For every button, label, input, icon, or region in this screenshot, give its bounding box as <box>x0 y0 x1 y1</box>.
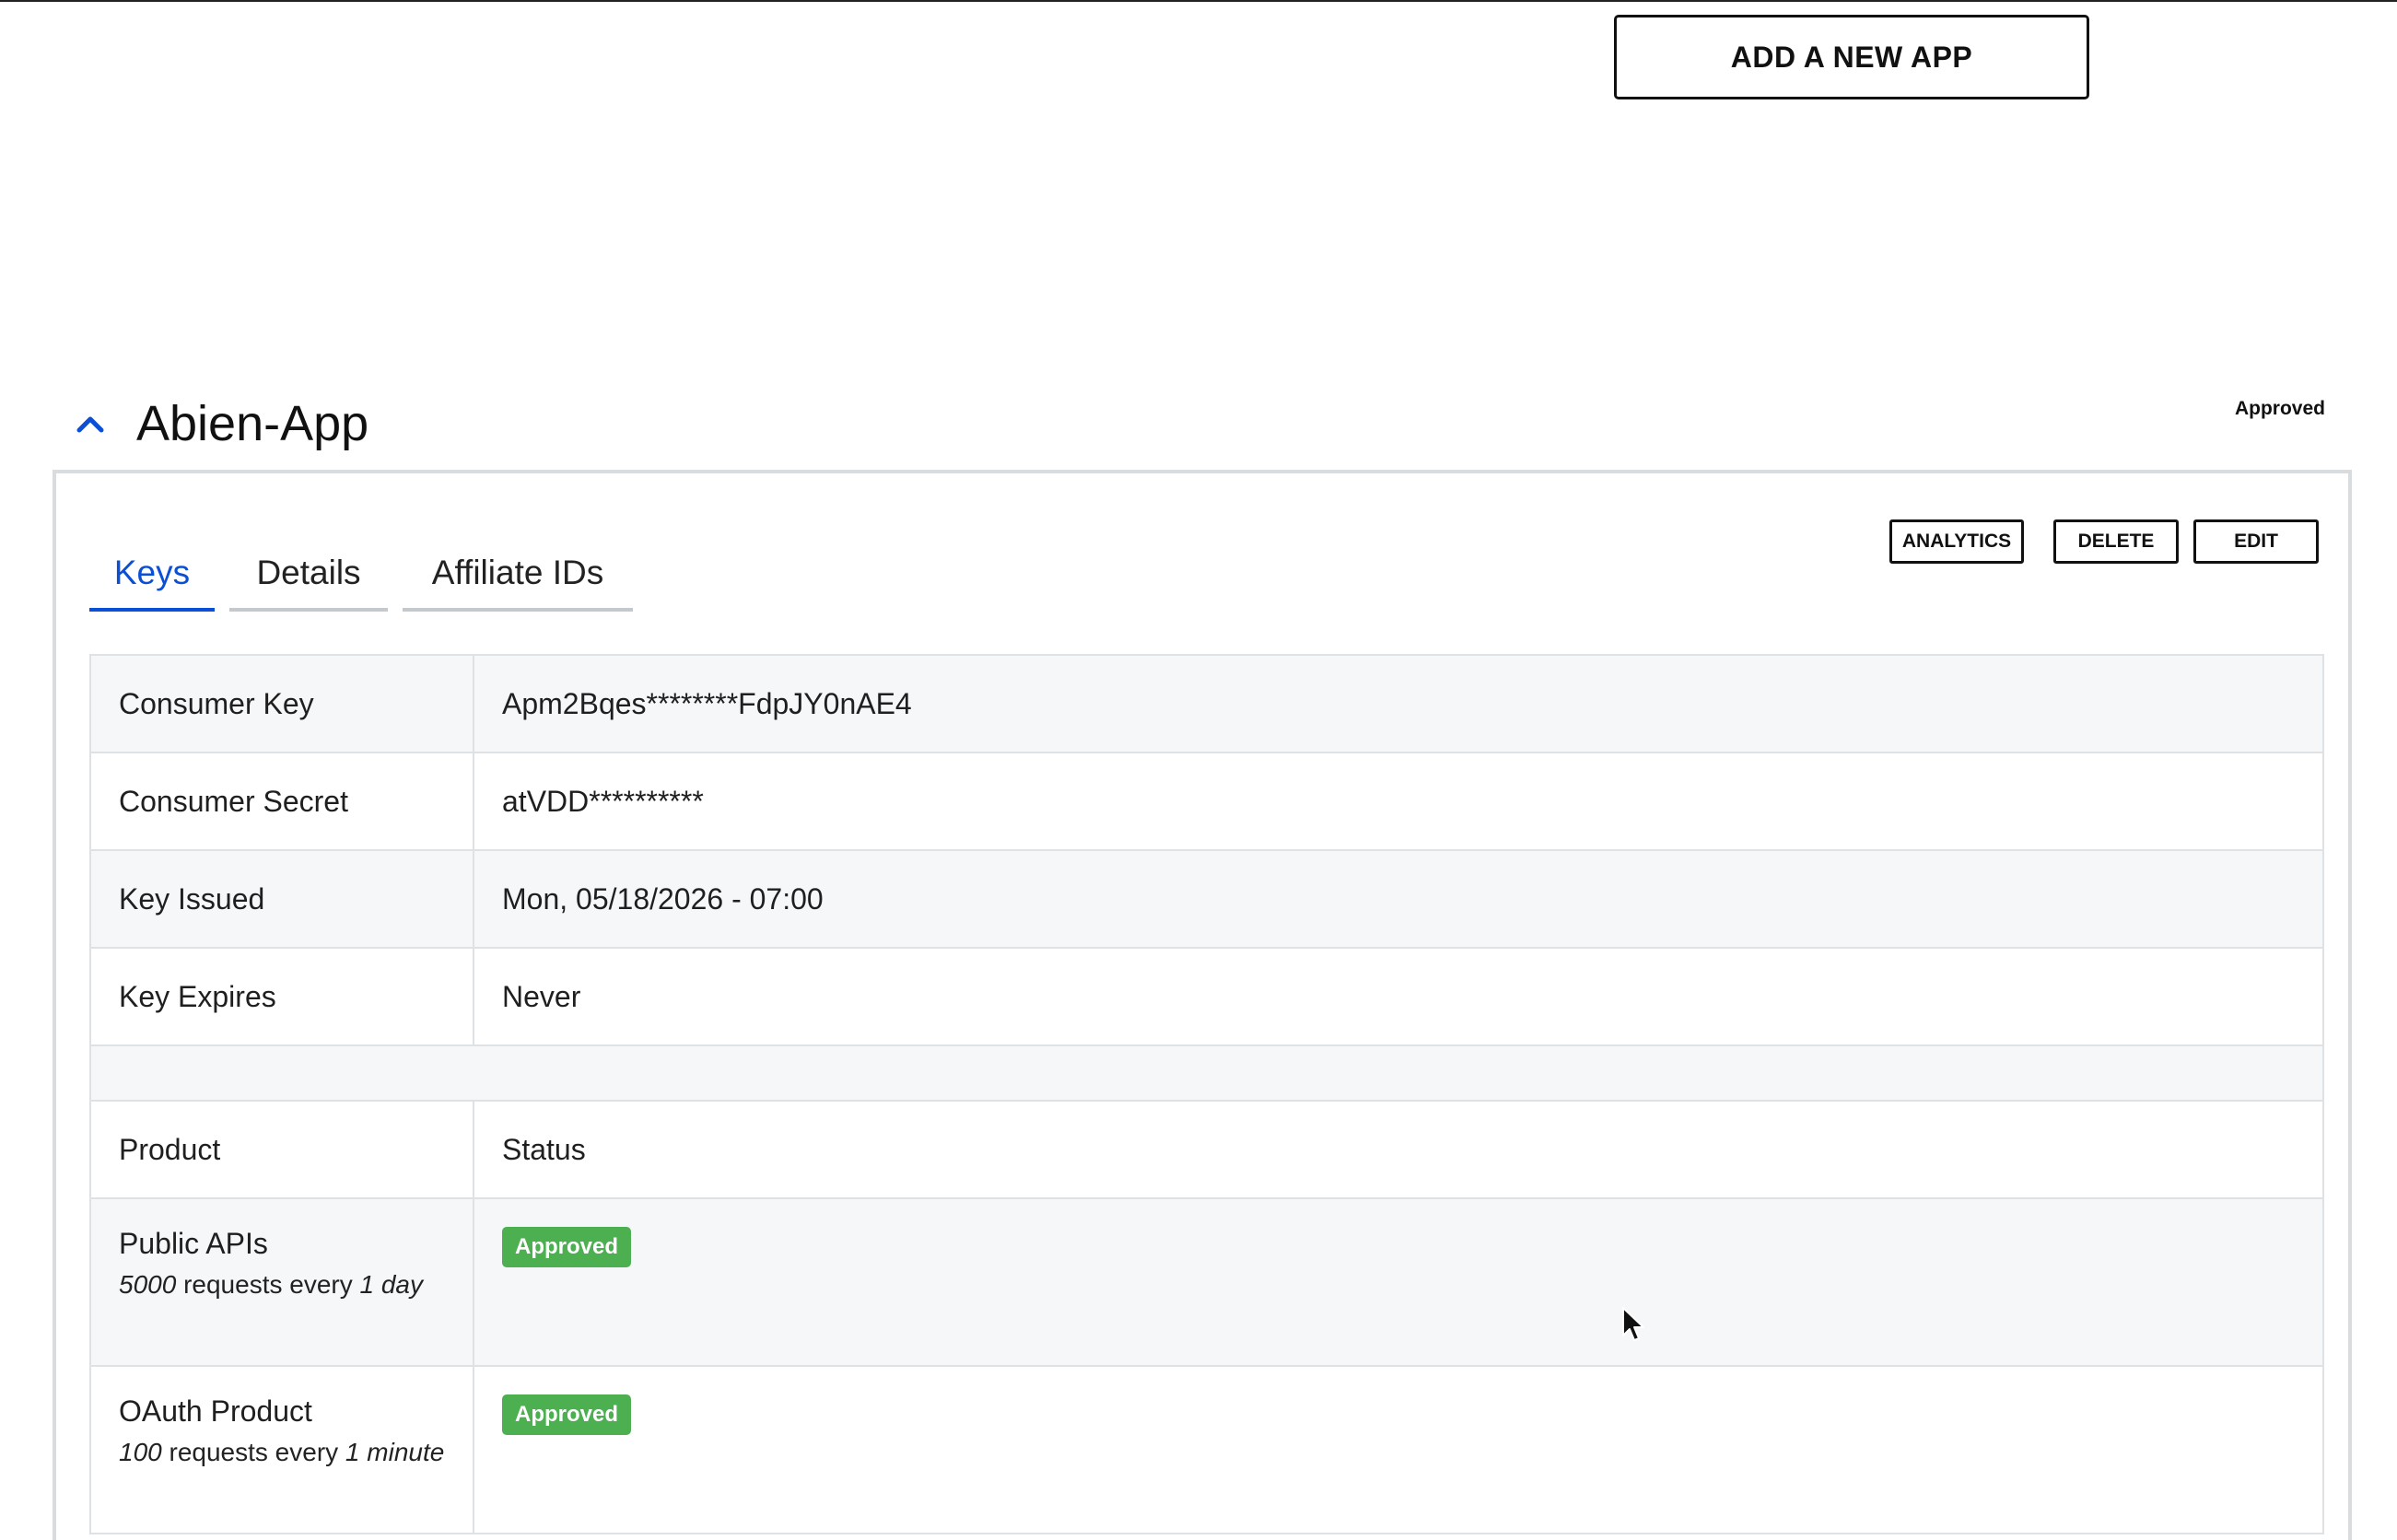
table-row: Consumer Secret atVDD********** <box>89 752 2324 851</box>
app-header[interactable]: Abien-App <box>76 387 368 461</box>
chevron-up-icon[interactable] <box>76 409 105 438</box>
app-title: Abien-App <box>136 396 369 451</box>
product-name: OAuth Product <box>119 1394 312 1428</box>
key-issued-label: Key Issued <box>89 849 474 949</box>
table-row: Key Issued Mon, 05/18/2026 - 07:00 <box>89 849 2324 949</box>
app-actions: ANALYTICS DELETE EDIT <box>1889 519 2319 564</box>
table-row: Consumer Key Apm2Bqes********FdpJY0nAE4 <box>89 654 2324 753</box>
tab-bar: Keys Details Affiliate IDs <box>89 538 648 612</box>
product-name: Public APIs <box>119 1227 268 1260</box>
analytics-button[interactable]: ANALYTICS <box>1889 519 2024 564</box>
tab-keys[interactable]: Keys <box>89 538 215 612</box>
limit-text: requests every <box>183 1270 353 1299</box>
key-issued-value: Mon, 05/18/2026 - 07:00 <box>473 849 2324 949</box>
status-cell: Approved <box>473 1197 2324 1367</box>
limit-period: 1 minute <box>345 1438 445 1466</box>
consumer-key-label: Consumer Key <box>89 654 474 753</box>
limit-count: 5000 <box>119 1270 177 1299</box>
limit-count: 100 <box>119 1438 162 1466</box>
table-header-row: Product Status <box>89 1100 2324 1199</box>
rate-limit: 100 requests every 1 minute <box>119 1438 445 1467</box>
table-spacer-row <box>89 1044 2324 1102</box>
delete-button[interactable]: DELETE <box>2053 519 2179 564</box>
edit-button[interactable]: EDIT <box>2193 519 2319 564</box>
product-cell: OAuth Product 100 requests every 1 minut… <box>89 1365 474 1534</box>
app-status: Approved <box>2234 398 2325 419</box>
product-cell: Public APIs 5000 requests every 1 day <box>89 1197 474 1367</box>
add-new-app-button[interactable]: ADD A NEW APP <box>1614 15 2089 99</box>
page: ADD A NEW APP Abien-App Approved Keys De… <box>0 0 2397 1540</box>
table-row: OAuth Product 100 requests every 1 minut… <box>89 1365 2324 1534</box>
status-badge: Approved <box>502 1394 632 1435</box>
spacer-cell <box>89 1044 2324 1102</box>
key-expires-value: Never <box>473 947 2324 1046</box>
key-expires-label: Key Expires <box>89 947 474 1046</box>
rate-limit: 5000 requests every 1 day <box>119 1270 445 1300</box>
keys-table: Consumer Key Apm2Bqes********FdpJY0nAE4 … <box>89 654 2324 1534</box>
status-cell: Approved <box>473 1365 2324 1534</box>
tab-affiliate-ids[interactable]: Affiliate IDs <box>403 538 633 612</box>
consumer-secret-label: Consumer Secret <box>89 752 474 851</box>
mouse-cursor-icon <box>1622 1307 1644 1341</box>
limit-text: requests every <box>169 1438 339 1466</box>
limit-period: 1 day <box>359 1270 424 1299</box>
consumer-key-value: Apm2Bqes********FdpJY0nAE4 <box>473 654 2324 753</box>
consumer-secret-value: atVDD********** <box>473 752 2324 851</box>
table-row: Key Expires Never <box>89 947 2324 1046</box>
status-badge: Approved <box>502 1227 632 1267</box>
status-column-header: Status <box>473 1100 2324 1199</box>
product-column-header: Product <box>89 1100 474 1199</box>
table-row: Public APIs 5000 requests every 1 day Ap… <box>89 1197 2324 1367</box>
tab-details[interactable]: Details <box>229 538 388 612</box>
top-divider <box>0 0 2397 2</box>
app-panel: Keys Details Affiliate IDs ANALYTICS DEL… <box>53 470 2352 1540</box>
